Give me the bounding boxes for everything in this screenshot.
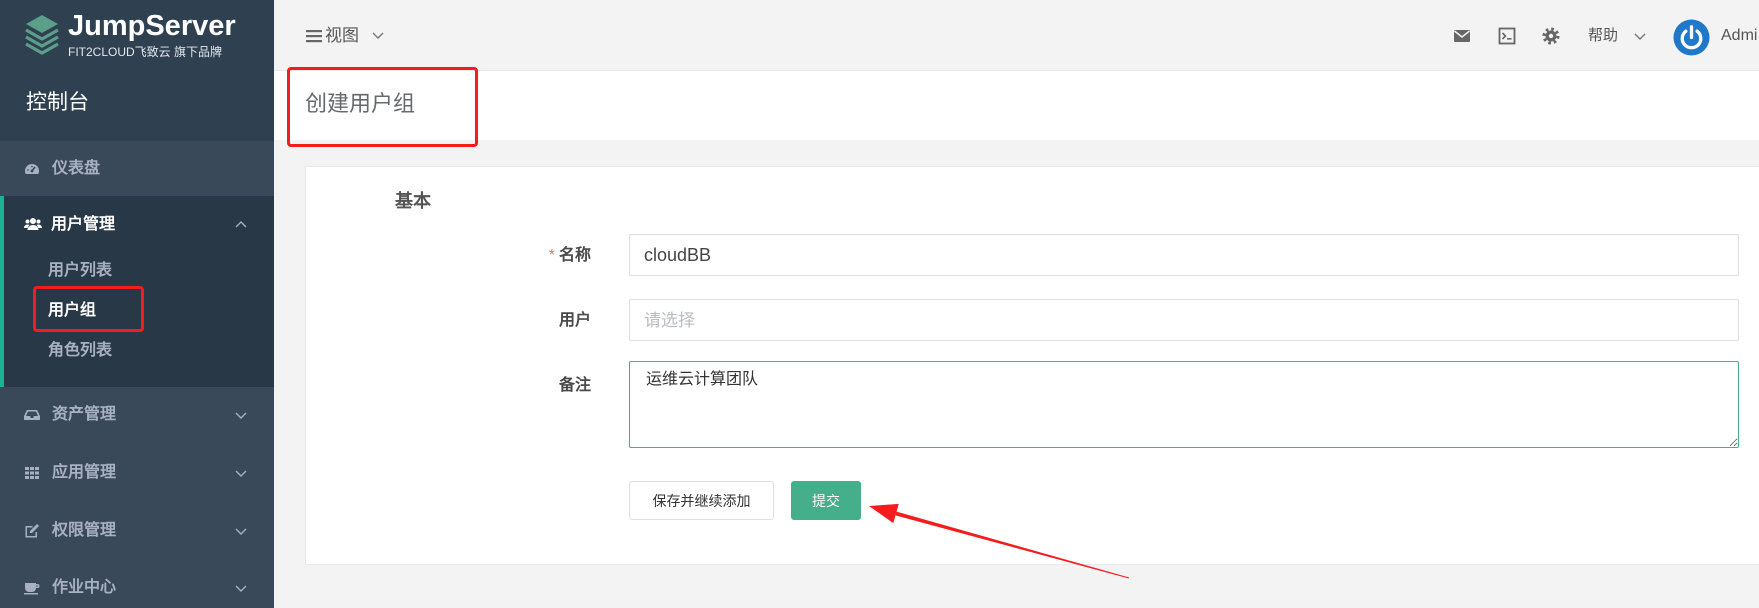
sidebar-item-label: 权限管理: [52, 522, 117, 539]
name-label: * 名称: [306, 245, 591, 267]
view-menu-label[interactable]: 视图: [325, 25, 359, 47]
grid-icon: [24, 465, 40, 481]
sidebar: JumpServer FIT2CLOUD飞致云 旗下品牌 控制台 仪表盘 用户管…: [0, 0, 274, 608]
sidebar-subitem-role-list[interactable]: 角色列表: [48, 341, 112, 361]
sidebar-item-asset-management[interactable]: 资产管理: [0, 387, 274, 445]
sidebar-item-label: 作业中心: [52, 579, 117, 596]
chevron-up-icon[interactable]: [235, 220, 247, 228]
dashboard-icon: [24, 161, 40, 177]
inbox-icon: [24, 407, 40, 423]
sidebar-header: JumpServer FIT2CLOUD飞致云 旗下品牌 控制台: [0, 0, 274, 141]
sidebar-section-user-management: 用户管理 用户列表 用户组 角色列表: [0, 196, 274, 387]
required-mark: *: [548, 247, 555, 264]
comment-label: 备注: [558, 377, 591, 394]
chevron-down-icon[interactable]: [1634, 33, 1646, 41]
chevron-down-icon[interactable]: [372, 32, 384, 40]
brand-tagline: FIT2CLOUD飞致云 旗下品牌: [68, 45, 223, 59]
sidebar-item-app-management[interactable]: 应用管理: [0, 445, 274, 503]
edit-icon: [24, 523, 40, 539]
gear-icon[interactable]: [1542, 27, 1560, 45]
chevron-down-icon[interactable]: [235, 585, 247, 593]
terminal-icon[interactable]: [1498, 27, 1516, 45]
users-select[interactable]: [629, 299, 1739, 341]
sidebar-item-label: 资产管理: [52, 406, 117, 423]
form-panel: 基本 *名称 用户 备注 运维云计算团队 保存并继续添加 提交: [305, 166, 1759, 565]
sidebar-subitem-user-group[interactable]: 用户组: [48, 301, 96, 321]
coffee-icon: [24, 580, 40, 596]
name-label-text: 名称: [558, 247, 591, 264]
sidebar-item-label: 用户管理: [51, 216, 116, 233]
sidebar-item-dashboard[interactable]: 仪表盘: [0, 141, 274, 196]
submit-button[interactable]: 提交: [791, 481, 861, 520]
comment-textarea[interactable]: 运维云计算团队: [629, 361, 1739, 448]
chevron-down-icon[interactable]: [235, 412, 247, 420]
sidebar-item-permission-management[interactable]: 权限管理: [0, 503, 274, 560]
console-title[interactable]: 控制台: [26, 90, 89, 116]
sidebar-subitem-user-list[interactable]: 用户列表: [48, 261, 112, 281]
help-menu-label[interactable]: 帮助: [1588, 26, 1618, 46]
sidebar-item-job-center[interactable]: 作业中心: [0, 560, 274, 608]
chevron-down-icon[interactable]: [235, 528, 247, 536]
name-input[interactable]: [629, 234, 1739, 276]
section-title: 基本: [395, 191, 431, 211]
brand-name[interactable]: JumpServer: [68, 10, 236, 42]
users-label: 用户: [558, 312, 591, 329]
avatar[interactable]: [1673, 19, 1710, 56]
page-heading-bar: 创建用户组: [274, 70, 1759, 140]
hamburger-icon[interactable]: [306, 29, 322, 43]
sidebar-item-label: 仪表盘: [52, 160, 101, 177]
users-icon: [24, 216, 42, 232]
sidebar-item-user-management[interactable]: 用户管理: [4, 196, 274, 253]
sidebar-item-label: 应用管理: [52, 464, 117, 481]
save-and-continue-button[interactable]: 保存并继续添加: [629, 481, 774, 520]
mail-icon[interactable]: [1453, 27, 1471, 45]
user-name[interactable]: Admi: [1721, 26, 1759, 46]
page-title: 创建用户组: [305, 91, 416, 116]
jumpserver-logo-icon[interactable]: [24, 13, 60, 57]
chevron-down-icon[interactable]: [235, 470, 247, 478]
